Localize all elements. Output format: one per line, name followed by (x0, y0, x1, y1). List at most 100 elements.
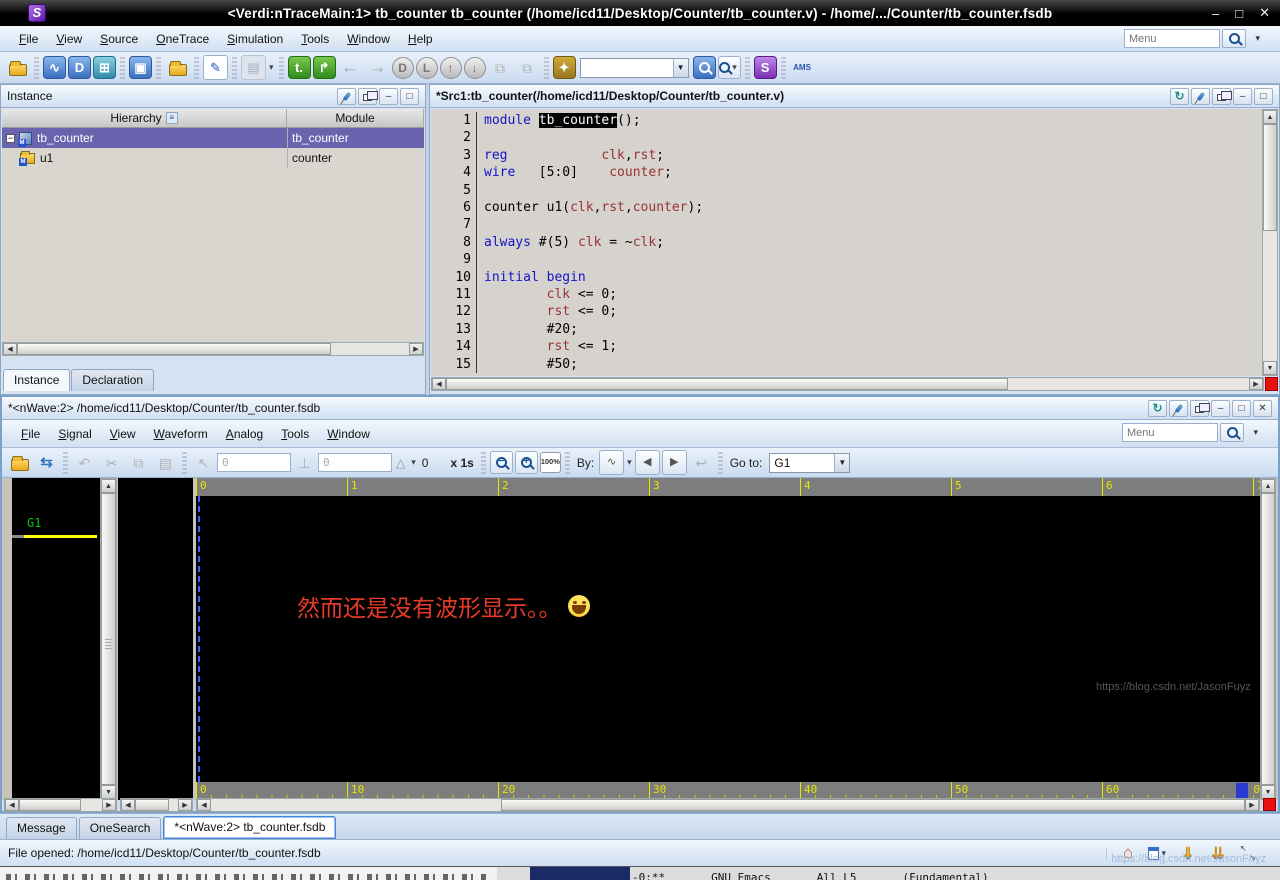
time-cursor[interactable] (198, 496, 200, 782)
last-view-icon[interactable]: ↩ (689, 450, 714, 475)
search-by-signal-icon[interactable]: ∿ (599, 450, 624, 475)
zoom-100-icon[interactable]: 100% (540, 452, 561, 473)
scroll-left-icon[interactable]: ◀ (3, 343, 17, 355)
search-icon[interactable] (693, 56, 716, 79)
panel-maximize-button[interactable]: □ (400, 88, 419, 105)
chevron-down-icon[interactable]: ▼ (834, 454, 849, 472)
nwave-menu-search-button[interactable] (1220, 423, 1244, 442)
menu-onetrace[interactable]: OneTrace (147, 29, 218, 49)
scroll-left-icon[interactable]: ◀ (121, 799, 135, 811)
tab-declaration[interactable]: Declaration (71, 369, 154, 391)
names-vscrollbar[interactable]: ▲ ▼ (100, 478, 117, 800)
resize-corner[interactable] (1263, 798, 1276, 811)
tab-instance[interactable]: Instance (3, 369, 70, 391)
back-icon[interactable]: ← (338, 55, 363, 80)
next-transition-icon[interactable]: ▶ (662, 450, 687, 475)
get-signals-icon[interactable]: ⇆ (34, 450, 59, 475)
instance-tree[interactable]: −tb_countertb_counteru1counter (2, 128, 424, 342)
values-hscrollbar[interactable]: ◀ ▶ (120, 798, 193, 812)
dropdown-caret-icon[interactable]: ▾ (269, 62, 274, 73)
source-vscrollbar[interactable]: ▲ ▼ (1262, 109, 1278, 376)
panel-maximize-button[interactable]: □ (1254, 88, 1273, 105)
bottom-tab[interactable]: OneSearch (79, 817, 162, 839)
hierarchy-column-header[interactable]: Hierarchy ≡ (2, 109, 287, 127)
dropdown-caret-icon[interactable]: ▾ (411, 457, 416, 468)
reload-files-icon[interactable]: ▤ (241, 55, 266, 80)
bottom-tab[interactable]: Message (6, 817, 77, 839)
scroll-left-icon[interactable]: ◀ (197, 799, 211, 811)
nwave-menu-search-caret-icon[interactable]: ▾ (1253, 427, 1258, 438)
signal-name-panel[interactable]: G1 (12, 478, 100, 800)
dropdown-caret-icon[interactable]: ▾ (627, 457, 632, 468)
source-code-view[interactable]: 1module tb_counter();23reg clk,rst;4wire… (431, 109, 1263, 376)
menu-window[interactable]: Window (338, 29, 399, 49)
nwave-menu-tools[interactable]: Tools (272, 424, 318, 444)
menu-source[interactable]: Source (91, 29, 147, 49)
link-child-icon[interactable]: ⧉ (488, 55, 513, 80)
search-combobox[interactable]: ▼ (580, 58, 689, 78)
nwave-menu-window[interactable]: Window (318, 424, 379, 444)
scroll-up-icon[interactable]: ▲ (101, 479, 116, 493)
menu-search-caret-icon[interactable]: ▾ (1255, 33, 1260, 44)
scroll-down-icon[interactable]: ▼ (1263, 361, 1277, 375)
tree-row[interactable]: −tb_countertb_counter (2, 128, 424, 148)
menu-help[interactable]: Help (399, 29, 442, 49)
ams-icon[interactable]: AMS (790, 55, 815, 80)
scroll-right-icon[interactable]: ▶ (1245, 799, 1259, 811)
nwave-menu-search-input[interactable] (1122, 423, 1218, 442)
names-hscrollbar[interactable]: ◀ ▶ (4, 798, 117, 812)
link-parent-icon[interactable]: ⧉ (515, 55, 540, 80)
menu-file[interactable]: File (10, 29, 47, 49)
select-cursor-icon[interactable]: ↖ (191, 450, 216, 475)
copy-icon[interactable]: ⧉ (126, 450, 151, 475)
cursor-time-input[interactable] (217, 453, 291, 472)
nschema-view-icon[interactable]: ▣ (129, 56, 152, 79)
scroll-right-icon[interactable]: ▶ (178, 799, 192, 811)
down-scope-icon[interactable]: ↓ (464, 57, 486, 79)
maximize-button[interactable]: □ (1235, 6, 1243, 21)
zoom-in-icon[interactable] (515, 451, 538, 474)
restore-button[interactable] (1212, 88, 1231, 105)
menu-search-input[interactable] (1124, 29, 1220, 48)
apps-icon[interactable]: S (754, 56, 777, 79)
panel-minimize-button[interactable]: – (1233, 88, 1252, 105)
open-file-icon[interactable] (165, 55, 190, 80)
nwave-close-button[interactable]: ✕ (1253, 400, 1272, 417)
expand-toggle-icon[interactable]: − (6, 134, 15, 143)
scroll-up-icon[interactable]: ▲ (1263, 110, 1277, 124)
edit-source-icon[interactable]: ✎ (203, 55, 228, 80)
resize-corner[interactable] (1265, 377, 1278, 391)
scroll-down-icon[interactable]: ▼ (101, 785, 116, 799)
marker-time-input[interactable] (318, 453, 392, 472)
menu-view[interactable]: View (47, 29, 91, 49)
hierarchy-tree-icon[interactable]: ⊞ (93, 56, 116, 79)
scroll-right-icon[interactable]: ▶ (102, 799, 116, 811)
restore-button[interactable] (358, 88, 377, 105)
menu-search-button[interactable] (1222, 29, 1246, 48)
scroll-down-icon[interactable]: ▼ (1261, 785, 1275, 799)
sync-button[interactable]: ↻ (1170, 88, 1189, 105)
module-column-header[interactable]: Module (287, 109, 424, 127)
open-file-icon[interactable] (7, 450, 32, 475)
zoom-out-icon[interactable] (490, 451, 513, 474)
close-button[interactable]: ✕ (1259, 5, 1270, 21)
new-schematic-icon[interactable]: D (68, 56, 91, 79)
goto-combobox[interactable]: G1▼ (769, 453, 850, 473)
menu-tools[interactable]: Tools (292, 29, 338, 49)
nwave-maximize-button[interactable]: □ (1232, 400, 1251, 417)
scroll-left-icon[interactable]: ◀ (5, 799, 19, 811)
trace-driver-icon[interactable]: ↱ (313, 56, 336, 79)
paste-icon[interactable]: ▤ (153, 450, 178, 475)
waveform-canvas[interactable]: 01234567 然而还是没有波形显示。。 https://blog.csdn.… (196, 478, 1262, 800)
stamp-icon[interactable]: ⊥ (292, 450, 317, 475)
cut-icon[interactable]: ✂ (99, 450, 124, 475)
nwave-minimize-button[interactable]: – (1211, 400, 1230, 417)
sync-button[interactable]: ↻ (1148, 400, 1167, 417)
signal-value-panel[interactable] (118, 478, 193, 800)
tree-row[interactable]: u1counter (2, 148, 424, 168)
up-scope-icon[interactable]: ↑ (440, 57, 462, 79)
scroll-up-icon[interactable]: ▲ (1261, 479, 1275, 493)
pin-button[interactable] (1191, 88, 1210, 105)
sort-icon[interactable]: ≡ (166, 112, 178, 124)
minimize-button[interactable]: – (1212, 6, 1219, 21)
